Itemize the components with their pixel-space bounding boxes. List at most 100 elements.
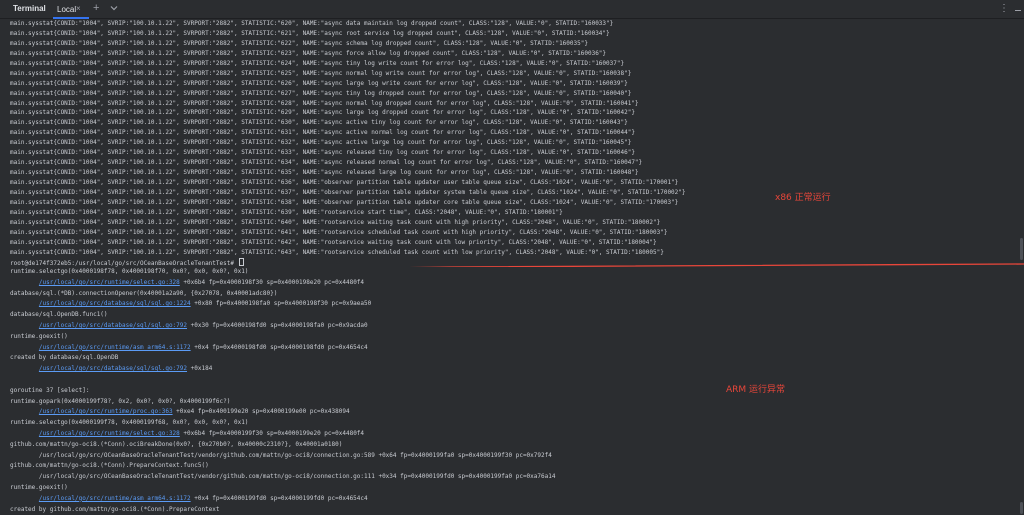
terminal-line: database/sql.(*DB).connectionOpener(0x40…: [10, 289, 1024, 300]
terminal-line: main.sysstat{CONID:"1004", SVRIP:"100.10…: [10, 89, 1024, 99]
line-text: main.sysstat{CONID:"1004", SVRIP:"100.10…: [10, 188, 686, 196]
terminal-tool-window-header: Terminal Local × + ⋮: [0, 0, 1024, 19]
line-text: +0x30 fp=0x4000198fd0 sp=0x4000198fa0 pc…: [187, 321, 368, 329]
terminal-lines: main.sysstat{CONID:"1004", SVRIP:"100.10…: [0, 19, 1024, 267]
line-text: main.sysstat{CONID:"1004", SVRIP:"100.10…: [10, 79, 628, 87]
terminal-line: main.sysstat{CONID:"1004", SVRIP:"100.10…: [10, 69, 1024, 79]
terminal-line: /usr/local/go/src/runtime/select.go:328 …: [10, 278, 1024, 289]
line-text: +0xe4 fp=0x400199e20 sp=0x4000199e00 pc=…: [172, 408, 350, 416]
terminal-line: main.sysstat{CONID:"1004", SVRIP:"100.10…: [10, 218, 1024, 228]
line-text: main.sysstat{CONID:"1004", SVRIP:"100.10…: [10, 69, 632, 77]
line-text: created by github.com/mattn/go-oci8.(*Co…: [10, 505, 220, 513]
file-path-link[interactable]: /usr/local/go/src/database/sql/sql.go:79…: [39, 322, 187, 329]
file-path-link[interactable]: /usr/local/go/src/database/sql/sql.go:79…: [39, 365, 187, 372]
line-text: +0x184: [187, 365, 213, 373]
line-text: +0x6b4 fp=0x4000199f30 sp=0x4000199e20 p…: [179, 429, 365, 437]
file-path-link[interactable]: /usr/local/go/src/runtime/proc.go:363: [39, 408, 173, 415]
line-text: main.sysstat{CONID:"1004", SVRIP:"100.10…: [10, 59, 625, 67]
line-text: runtime.selectgo(0x4000199f78, 0x4000199…: [10, 419, 249, 427]
terminal-line: main.sysstat{CONID:"1004", SVRIP:"100.10…: [10, 99, 1024, 109]
terminal-line: /usr/local/go/src/runtime/proc.go:363 +0…: [10, 407, 1024, 418]
file-path-link[interactable]: /usr/local/go/src/runtime/select.go:328: [39, 279, 180, 286]
terminal-line: main.sysstat{CONID:"1004", SVRIP:"100.10…: [10, 49, 1024, 59]
line-text: main.sysstat{CONID:"1004", SVRIP:"100.10…: [10, 198, 679, 206]
line-text: main.sysstat{CONID:"1004", SVRIP:"100.10…: [10, 109, 635, 117]
terminal-line: /usr/local/go/src/database/sql/sql.go:79…: [10, 364, 1024, 375]
plus-icon[interactable]: +: [93, 2, 99, 14]
line-text: runtime.goexit(): [10, 332, 68, 340]
terminal-lines: runtime.selectgo(0x4000198f78, 0x4000198…: [0, 267, 1024, 515]
line-text: main.sysstat{CONID:"1004", SVRIP:"100.10…: [10, 218, 661, 226]
terminal-line: main.sysstat{CONID:"1004", SVRIP:"100.10…: [10, 188, 1024, 198]
terminal-line: main.sysstat{CONID:"1004", SVRIP:"100.10…: [10, 79, 1024, 89]
line-text: main.sysstat{CONID:"1004", SVRIP:"100.10…: [10, 139, 632, 147]
terminal-line: github.com/mattn/go-oci8.(*Conn).Prepare…: [10, 461, 1024, 472]
line-text: main.sysstat{CONID:"1004", SVRIP:"100.10…: [10, 159, 643, 167]
terminal-line: runtime.goexit(): [10, 483, 1024, 494]
line-text: +0x80 fp=0x4000198fa0 sp=0x4000198f30 pc…: [190, 300, 372, 308]
tab-local[interactable]: Local ×: [53, 1, 89, 19]
line-text: [10, 365, 39, 372]
terminal-line: runtime.selectgo(0x4000199f78, 0x4000199…: [10, 418, 1024, 429]
line-text: main.sysstat{CONID:"1004", SVRIP:"100.10…: [10, 129, 635, 137]
line-text: main.sysstat{CONID:"1004", SVRIP:"100.10…: [10, 179, 679, 186]
line-text: [10, 344, 39, 351]
line-text: [10, 408, 39, 415]
terminal-line: main.sysstat{CONID:"1004", SVRIP:"100.10…: [10, 118, 1024, 128]
terminal-line: runtime.gopark(0x4000199f78?, 0x2, 0x0?,…: [10, 397, 1024, 408]
terminal-line: runtime.selectgo(0x4000198f78, 0x4000198…: [10, 267, 1024, 278]
terminal-line: main.sysstat{CONID:"1004", SVRIP:"100.10…: [10, 39, 1024, 49]
terminal-output-x86[interactable]: main.sysstat{CONID:"1004", SVRIP:"100.10…: [0, 19, 1024, 267]
terminal-line: created by github.com/mattn/go-oci8.(*Co…: [10, 505, 1024, 515]
terminal-line: main.sysstat{CONID:"1004", SVRIP:"100.10…: [10, 158, 1024, 168]
line-text: database/sql.(*DB).connectionOpener(0x40…: [10, 289, 278, 297]
more-vertical-icon[interactable]: ⋮: [999, 3, 1010, 14]
terminal-line: main.sysstat{CONID:"1004", SVRIP:"100.10…: [10, 29, 1024, 39]
terminal-line: main.sysstat{CONID:"1004", SVRIP:"100.10…: [10, 208, 1024, 218]
scrollbar-bottom[interactable]: [1020, 502, 1023, 514]
terminal-line: /usr/local/go/src/OCeanBaseOracleTenantT…: [10, 472, 1024, 483]
file-path-link[interactable]: /usr/local/go/src/runtime/select.go:328: [39, 430, 180, 437]
tool-window-title: Terminal: [13, 4, 46, 13]
line-text: main.sysstat{CONID:"1004", SVRIP:"100.10…: [10, 89, 632, 97]
file-path-link[interactable]: /usr/local/go/src/database/sql/sql.go:12…: [39, 300, 191, 307]
chevron-down-icon[interactable]: [109, 3, 119, 13]
terminal-line: main.sysstat{CONID:"1004", SVRIP:"100.10…: [10, 59, 1024, 69]
line-text: database/sql.OpenDB.func1(): [10, 311, 108, 319]
scrollbar-top[interactable]: [1020, 238, 1023, 260]
terminal-line: main.sysstat{CONID:"1004", SVRIP:"100.10…: [10, 148, 1024, 158]
line-text: goroutine 37 [select]:: [10, 386, 90, 394]
terminal-line: /usr/local/go/src/database/sql/sql.go:12…: [10, 299, 1024, 310]
line-text: main.sysstat{CONID:"1004", SVRIP:"100.10…: [10, 39, 588, 47]
terminal-line: /usr/local/go/src/database/sql/sql.go:79…: [10, 321, 1024, 332]
terminal-line: /usr/local/go/src/runtime/asm_arm64.s:11…: [10, 343, 1024, 354]
terminal-line: main.sysstat{CONID:"1004", SVRIP:"100.10…: [10, 138, 1024, 148]
line-text: main.sysstat{CONID:"1004", SVRIP:"100.10…: [10, 20, 614, 27]
annotation-arm: ARM 运行异常: [726, 385, 786, 395]
terminal-line: /usr/local/go/src/runtime/select.go:328 …: [10, 429, 1024, 440]
terminal-line: goroutine 37 [select]:: [10, 386, 1024, 397]
file-path-link[interactable]: /usr/local/go/src/runtime/asm_arm64.s:11…: [39, 495, 191, 502]
terminal-line: main.sysstat{CONID:"1004", SVRIP:"100.10…: [10, 19, 1024, 29]
terminal-line: database/sql.OpenDB.func1(): [10, 310, 1024, 321]
minimize-icon[interactable]: [1015, 5, 1021, 11]
annotation-x86: x86 正常运行: [775, 193, 831, 203]
line-text: github.com/mattn/go-oci8.(*Conn).Prepare…: [10, 462, 209, 470]
terminal-line: main.sysstat{CONID:"1004", SVRIP:"100.10…: [10, 178, 1024, 188]
terminal-output-arm[interactable]: runtime.selectgo(0x4000198f78, 0x4000198…: [0, 267, 1024, 515]
line-text: /usr/local/go/src/OCeanBaseOracleTenantT…: [10, 451, 552, 459]
line-text: [10, 495, 39, 502]
terminal-line: created by database/sql.OpenDB: [10, 353, 1024, 364]
close-icon[interactable]: ×: [76, 4, 81, 13]
terminal-line: main.sysstat{CONID:"1004", SVRIP:"100.10…: [10, 198, 1024, 208]
file-path-link[interactable]: /usr/local/go/src/runtime/asm_arm64.s:11…: [39, 344, 191, 351]
terminal-line: main.sysstat{CONID:"1004", SVRIP:"100.10…: [10, 108, 1024, 118]
line-text: +0x6b4 fp=0x4000198f30 sp=0x4000198e20 p…: [179, 278, 365, 286]
terminal-line: main.sysstat{CONID:"1004", SVRIP:"100.10…: [10, 168, 1024, 178]
line-text: +0x4 fp=0x4000199fd0 sp=0x4000199fd0 pc=…: [190, 494, 368, 502]
line-text: main.sysstat{CONID:"1004", SVRIP:"100.10…: [10, 169, 639, 177]
line-text: main.sysstat{CONID:"1004", SVRIP:"100.10…: [10, 238, 657, 246]
line-text: main.sysstat{CONID:"1004", SVRIP:"100.10…: [10, 248, 664, 256]
line-text: github.com/mattn/go-oci8.(*Conn).ociBrea…: [10, 440, 343, 448]
